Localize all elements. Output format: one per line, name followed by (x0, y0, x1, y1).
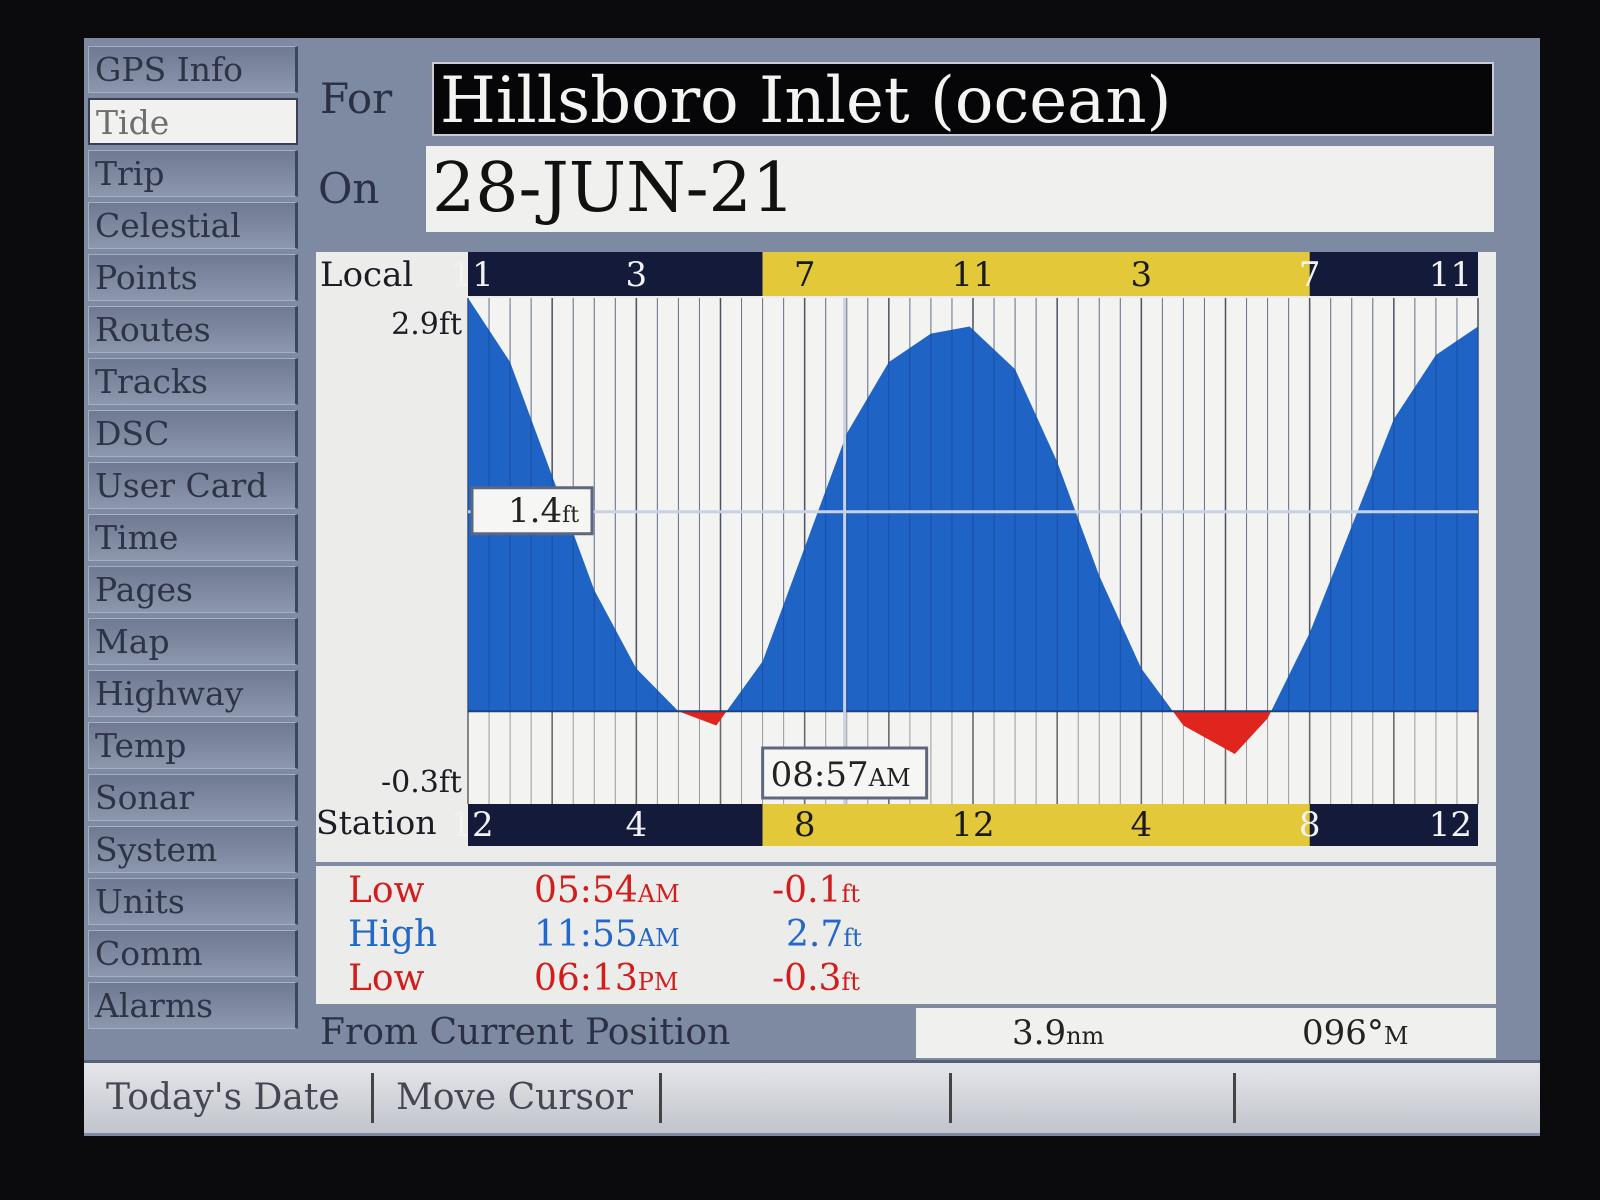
tide-chart-svg: 1.4ft08:57AMLocalStation2.9ft-0.3ft11 3 7 1… (316, 252, 1479, 846)
tide-event-type: High (348, 914, 438, 955)
location-field[interactable]: Hillsboro Inlet (ocean) (432, 62, 1494, 138)
sidebar-item-units[interactable]: Units (88, 878, 298, 925)
local-tick-label: 3 (626, 255, 648, 295)
tide-event-time: 11:55AM (534, 914, 680, 955)
distance-value: 3.9nm (1012, 1013, 1105, 1053)
station-tick-label: 12 (951, 805, 994, 845)
sidebar-item-sonar[interactable]: Sonar (88, 774, 298, 821)
sidebar-item-routes[interactable]: Routes (88, 306, 298, 353)
y-min-label: -0.3ft (381, 765, 462, 800)
station-tick-label: 12 (1429, 805, 1472, 845)
station-tick-label: 4 (1131, 805, 1153, 845)
local-tick-label: 11 (1429, 255, 1472, 295)
position-bar: From Current Position 3.9nm 096°M (316, 1008, 1496, 1058)
station-axis-label: Station (316, 803, 436, 842)
tide-event-height: -0.3ft (772, 958, 860, 999)
sidebar-item-time[interactable]: Time (88, 514, 298, 561)
station-tick-label: 8 (1299, 805, 1321, 845)
for-label: For (320, 74, 393, 123)
sidebar-item-pages[interactable]: Pages (88, 566, 298, 613)
sidebar-item-system[interactable]: System (88, 826, 298, 873)
tide-events-table: Low 05:54AM -0.1ft High 11:55AM 2.7ft Lo… (316, 866, 1496, 1004)
local-tick-label: 11 (450, 255, 493, 295)
y-max-label: 2.9ft (391, 307, 462, 342)
bearing-value: 096°M (1302, 1013, 1409, 1053)
local-time-band-day (762, 252, 1310, 296)
local-tick-label: 7 (794, 255, 816, 295)
softkey-bar: Today's Date Move Cursor (84, 1060, 1540, 1133)
softkey-move-cursor[interactable]: Move Cursor (374, 1073, 662, 1123)
softkey-4[interactable] (952, 1073, 1236, 1123)
sidebar-item-trip[interactable]: Trip (88, 150, 298, 197)
sidebar-item-comm[interactable]: Comm (88, 930, 298, 977)
tide-event-height: 2.7ft (786, 914, 862, 955)
tide-chart[interactable]: 1.4ft 08:57AM Local Station 2.9ft -0.3ft 11 3 7 1… (316, 252, 1496, 862)
local-tick-label: 3 (1131, 255, 1153, 295)
tide-panel: For Hillsboro Inlet (ocean) On 28-JUN-21… (306, 46, 1496, 1058)
sidebar-item-user-card[interactable]: User Card (88, 462, 298, 509)
local-tick-label: 7 (1299, 255, 1321, 295)
station-tick-label: 4 (626, 805, 648, 845)
tide-event-type: Low (348, 958, 425, 999)
date-field[interactable]: 28-JUN-21 (426, 146, 1494, 232)
sidebar-item-gps-info[interactable]: GPS Info (88, 46, 298, 93)
softkey-3[interactable] (662, 1073, 952, 1123)
station-time-band-day (762, 804, 1310, 846)
softkey-5[interactable] (1236, 1073, 1536, 1123)
local-tick-label: 11 (951, 255, 994, 295)
local-axis-label: Local (320, 255, 413, 295)
tide-event-time: 05:54AM (534, 870, 680, 911)
sidebar-item-map[interactable]: Map (88, 618, 298, 665)
softkey-todays-date[interactable]: Today's Date (84, 1073, 374, 1123)
on-label: On (318, 164, 380, 213)
station-time-band-night (468, 804, 763, 846)
sidebar-item-tide[interactable]: Tide (88, 98, 298, 145)
tide-event-height: -0.1ft (772, 870, 860, 911)
station-tick-label: 12 (450, 805, 493, 845)
station-tick-label: 8 (794, 805, 816, 845)
local-time-band-night (468, 252, 763, 296)
tide-event-time: 06:13PM (534, 958, 679, 999)
sidebar-item-celestial[interactable]: Celestial (88, 202, 298, 249)
sidebar-item-dsc[interactable]: DSC (88, 410, 298, 457)
sidebar-item-tracks[interactable]: Tracks (88, 358, 298, 405)
gps-screen: GPS Info Tide Trip Celestial Points Rout… (84, 38, 1540, 1136)
sidebar-item-points[interactable]: Points (88, 254, 298, 301)
sidebar-item-temp[interactable]: Temp (88, 722, 298, 769)
tide-event-type: Low (348, 870, 425, 911)
sidebar-menu: GPS Info Tide Trip Celestial Points Rout… (88, 46, 298, 1034)
position-readout: 3.9nm 096°M (916, 1008, 1496, 1058)
from-position-label: From Current Position (320, 1012, 731, 1053)
sidebar-item-highway[interactable]: Highway (88, 670, 298, 717)
sidebar-item-alarms[interactable]: Alarms (88, 982, 298, 1029)
